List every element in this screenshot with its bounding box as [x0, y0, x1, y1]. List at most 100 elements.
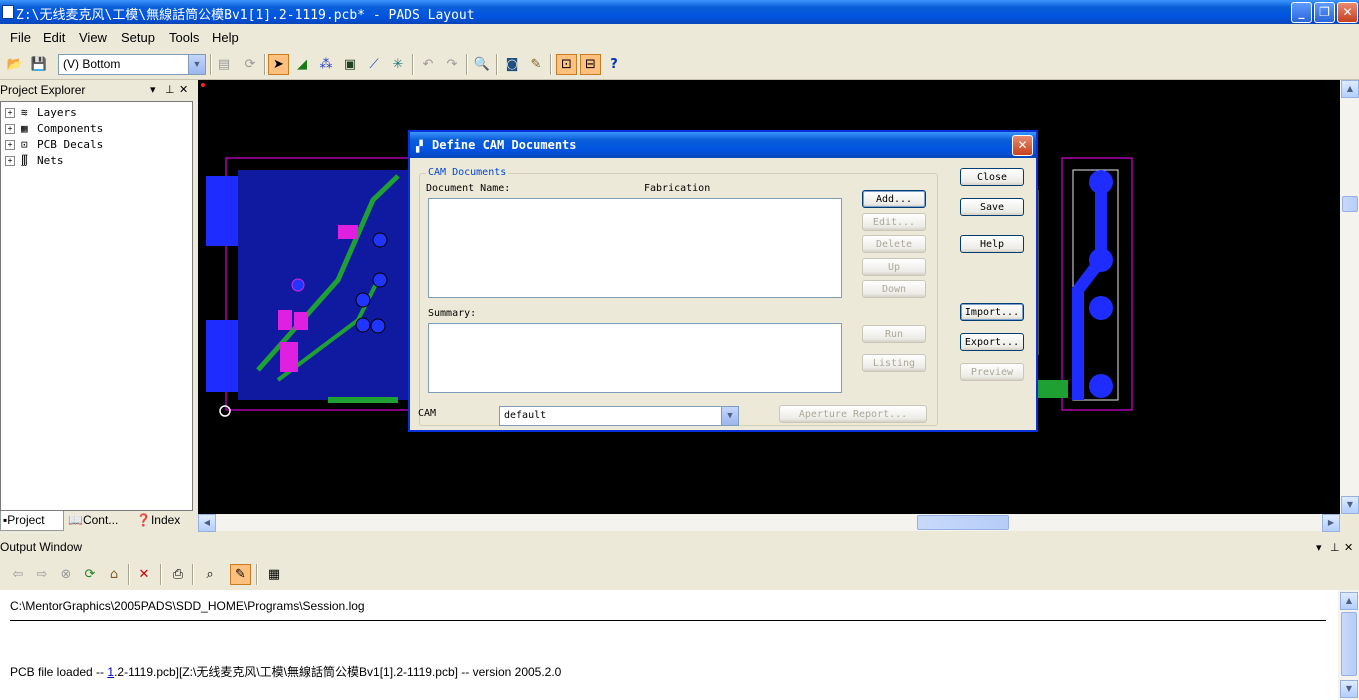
aperture-report-button[interactable]: Aperture Report... — [779, 405, 927, 423]
canvas-vertical-scrollbar[interactable]: ▲ ▼ — [1340, 80, 1359, 514]
menu-tools[interactable]: Tools — [169, 30, 199, 45]
menu-edit[interactable]: Edit — [43, 30, 65, 45]
pad-right — [1089, 296, 1113, 320]
tree-item-pcb-decals[interactable]: + ⊡ PCB Decals — [5, 138, 103, 154]
trace-right — [1072, 180, 1107, 400]
output-divider — [10, 620, 1326, 621]
find-binoculars-icon[interactable]: ⌕ — [200, 564, 220, 584]
menu-help[interactable]: Help — [212, 30, 239, 45]
stop-icon[interactable]: ⊗ — [56, 564, 76, 584]
refresh-icon[interactable]: ⟳ — [80, 564, 100, 584]
expand-icon[interactable]: + — [5, 140, 15, 150]
open-folder-icon[interactable]: 📂 — [5, 54, 25, 74]
pencil-edit-icon[interactable]: ✎ — [230, 564, 251, 585]
close-window-button[interactable]: ✕ — [1337, 2, 1358, 23]
save-disk-icon[interactable]: 💾 — [29, 54, 49, 74]
redo-icon[interactable]: ↷ — [442, 54, 462, 74]
tab-index[interactable]: ❓Index — [134, 511, 192, 530]
scroll-up-icon[interactable]: ▲ — [1340, 592, 1358, 610]
scroll-up-icon[interactable]: ▲ — [1341, 80, 1359, 98]
refresh-icon[interactable]: ⟳ — [240, 54, 260, 74]
chevron-down-icon[interactable]: ▼ — [188, 55, 205, 74]
add-button[interactable]: Add... — [862, 190, 926, 208]
scroll-thumb[interactable] — [1341, 612, 1357, 676]
canvas-horizontal-scrollbar[interactable]: ◀ ▶ — [198, 514, 1340, 532]
copper-pad-left-upper — [206, 176, 238, 246]
toolbar-separator — [128, 564, 130, 585]
clean-brush-icon[interactable]: ✎ — [526, 54, 546, 74]
scroll-thumb[interactable] — [917, 515, 1009, 530]
close-button[interactable]: Close — [960, 168, 1024, 186]
pads-app-icon[interactable] — [2, 5, 14, 19]
tree-item-layers[interactable]: + ≋ Layers — [5, 106, 77, 122]
import-button[interactable]: Import... — [960, 303, 1024, 321]
menu-setup[interactable]: Setup — [121, 30, 155, 45]
expand-icon[interactable]: + — [5, 156, 15, 166]
document-list[interactable] — [428, 198, 842, 298]
run-button[interactable]: Run — [862, 325, 926, 343]
view-nets-icon[interactable]: ◙ — [502, 54, 522, 74]
tree-item-components[interactable]: + ▦ Components — [5, 122, 103, 138]
zoom-magnifier-icon[interactable]: 🔍 — [472, 54, 492, 74]
preview-button[interactable]: Preview — [960, 363, 1024, 381]
expand-icon[interactable]: + — [5, 124, 15, 134]
pin-icon[interactable]: ⊥ — [1330, 541, 1340, 554]
minimize-button[interactable]: _ — [1291, 2, 1312, 23]
output-window-toggle-icon[interactable]: ⊟ — [580, 54, 601, 75]
output-text-area[interactable]: C:\MentorGraphics\2005PADS\SDD_HOME\Prog… — [0, 590, 1338, 700]
layer-select[interactable]: (V) Bottom ▼ — [58, 54, 206, 75]
close-panel-icon[interactable]: ✕ — [1344, 541, 1353, 554]
listing-button[interactable]: Listing — [862, 354, 926, 372]
drafting-toolbar-icon[interactable]: ◢ — [292, 54, 312, 74]
edit-button[interactable]: Edit... — [862, 213, 926, 231]
cam-select[interactable]: default ▼ — [499, 406, 739, 426]
maximize-button[interactable]: ❐ — [1314, 2, 1335, 23]
delete-button[interactable]: Delete — [862, 235, 926, 253]
up-button[interactable]: Up — [862, 258, 926, 276]
help-button[interactable]: Help — [960, 235, 1024, 253]
dropdown-arrow-icon[interactable]: ▾ — [150, 83, 156, 96]
scroll-right-icon[interactable]: ▶ — [1322, 514, 1340, 532]
scroll-down-icon[interactable]: ▼ — [1341, 496, 1359, 514]
tree-item-nets[interactable]: + ∭ Nets — [5, 154, 64, 170]
project-explorer-toggle-icon[interactable]: ⊡ — [556, 54, 577, 75]
dialog-close-button[interactable]: ✕ — [1012, 135, 1033, 156]
tab-project[interactable]: ▪Project — [0, 511, 64, 531]
menu-view[interactable]: View — [79, 30, 107, 45]
properties-icon[interactable]: ▤ — [214, 54, 234, 74]
undo-icon[interactable]: ↶ — [418, 54, 438, 74]
pin-icon[interactable]: ⊥ — [165, 83, 175, 96]
summary-box[interactable] — [428, 323, 842, 393]
save-button[interactable]: Save — [960, 198, 1024, 216]
scroll-left-icon[interactable]: ◀ — [198, 514, 216, 532]
print-icon[interactable]: ⎙ — [168, 564, 188, 584]
dimension-icon[interactable]: ✳ — [388, 54, 408, 74]
help-question-icon[interactable]: ? — [604, 54, 624, 74]
export-button[interactable]: Export... — [960, 333, 1024, 351]
close-panel-icon[interactable]: ✕ — [179, 83, 188, 96]
design-toolbar-icon[interactable]: ⁂ — [316, 54, 336, 74]
down-button[interactable]: Down — [862, 280, 926, 298]
clear-x-icon[interactable]: ✕ — [134, 564, 154, 584]
scroll-down-icon[interactable]: ▼ — [1340, 680, 1358, 698]
via — [355, 292, 371, 308]
chevron-down-icon[interactable]: ▼ — [721, 407, 738, 425]
window-title-bar[interactable]: Z:\无线麦克风\工模\無線話筒公模Bv1[1].2-1119.pcb* - P… — [0, 0, 1359, 24]
output-vertical-scrollbar[interactable]: ▲ ▼ — [1338, 590, 1359, 700]
back-arrow-icon[interactable]: ⇦ — [8, 564, 28, 584]
grid-icon[interactable]: ▦ — [264, 564, 284, 584]
tab-contents[interactable]: 📖Cont... — [66, 511, 130, 530]
nets-icon: ∭ — [21, 154, 28, 167]
home-icon[interactable]: ⌂ — [104, 564, 124, 584]
dialog-title-bar[interactable]: ▞ Define CAM Documents ✕ — [410, 132, 1036, 158]
scroll-thumb[interactable] — [1342, 196, 1358, 212]
layer-select-value: (V) Bottom — [63, 57, 121, 71]
expand-icon[interactable]: + — [5, 108, 15, 118]
forward-arrow-icon[interactable]: ⇨ — [32, 564, 52, 584]
select-arrow-icon[interactable]: ➤ — [268, 54, 289, 75]
project-explorer-title: Project Explorer — [0, 83, 86, 97]
dropdown-arrow-icon[interactable]: ▾ — [1316, 541, 1322, 554]
menu-file[interactable]: File — [10, 30, 31, 45]
route-icon[interactable]: ⟋ — [364, 54, 384, 74]
ecomodify-icon[interactable]: ▣ — [340, 54, 360, 74]
